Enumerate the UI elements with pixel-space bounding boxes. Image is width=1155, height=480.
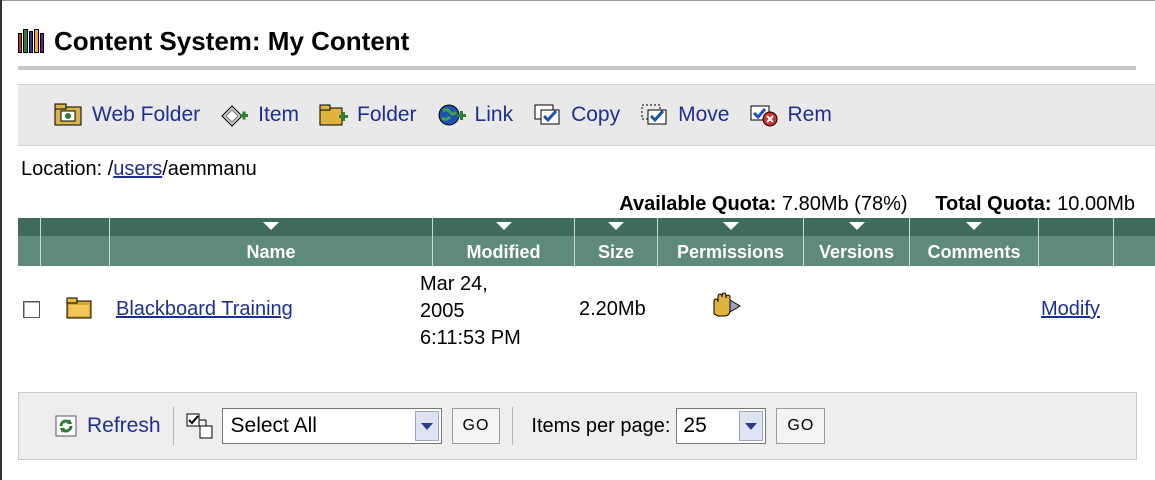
items-per-page-value: 25 [683, 414, 707, 437]
add-link-label: Link [474, 103, 514, 126]
refresh-label: Refresh [87, 414, 161, 437]
bulk-select-dropdown[interactable]: Select All [221, 408, 442, 444]
add-link-icon [438, 104, 466, 126]
copy-button[interactable]: Copy [533, 102, 620, 128]
remove-icon [750, 105, 778, 127]
chevron-down-icon[interactable] [739, 411, 764, 441]
sort-arrow-icon [263, 222, 279, 230]
sort-arrow-icon [848, 222, 865, 230]
modified-header-label: Modified [466, 242, 541, 262]
web-folder-button[interactable]: Web Folder [54, 102, 200, 128]
modified-time-line: 6:11:53 PM [420, 327, 521, 349]
add-folder-icon [319, 104, 349, 126]
add-item-button[interactable]: Item [220, 102, 299, 128]
row-select-checkbox[interactable] [23, 301, 40, 318]
title-divider [18, 66, 1136, 70]
item-name-link[interactable]: Blackboard Training [116, 298, 293, 321]
items-per-page-label: Items per page: [531, 414, 671, 437]
modified-date-line: Mar 24, [420, 273, 488, 295]
select-checkbox-icon [186, 413, 213, 439]
page-header: Content System: My Content [18, 18, 409, 64]
versions-column-header[interactable]: Versions [804, 218, 910, 266]
chevron-down-icon[interactable] [414, 411, 439, 441]
location-prefix: Location: / [21, 158, 114, 180]
items-per-page-go-button[interactable]: GO [776, 408, 826, 444]
add-item-icon [221, 105, 249, 127]
books-icon [18, 29, 45, 53]
name-column-header[interactable]: Name [110, 218, 433, 266]
location-users-link[interactable]: users [113, 158, 162, 180]
icon-column-header [41, 218, 110, 266]
refresh-icon [55, 415, 77, 437]
items-per-page-dropdown[interactable]: 25 [676, 408, 767, 444]
table-header: Name Modified Size Permissions Versions … [18, 218, 1155, 266]
table-row: Blackboard Training Mar 24, 2005 6:11:53… [18, 268, 1155, 360]
add-folder-button[interactable]: Folder [319, 102, 417, 128]
modify-link[interactable]: Modify [1041, 298, 1100, 321]
size-column-header[interactable]: Size [575, 218, 658, 266]
move-button[interactable]: Move [640, 102, 729, 128]
page-title: Content System: My Content [54, 25, 410, 56]
permissions-header-label: Permissions [676, 242, 785, 262]
move-label: Move [678, 103, 730, 126]
location-suffix: /aemmanu [162, 158, 257, 180]
item-size: 2.20Mb [579, 298, 646, 320]
toolbar-separator [512, 407, 514, 445]
sort-arrow-icon [966, 222, 982, 230]
available-quota-value: 7.80Mb (78%) [781, 193, 908, 215]
copy-label: Copy [571, 103, 621, 126]
toolbar-separator [172, 407, 174, 445]
sort-arrow-icon [608, 222, 624, 230]
comments-column-header[interactable]: Comments [910, 218, 1039, 266]
add-link-button[interactable]: Link [437, 102, 514, 128]
add-item-label: Item [258, 103, 300, 126]
frame-left-border [0, 0, 2, 480]
remove-button[interactable]: Rem [749, 102, 832, 128]
sort-arrow-icon [722, 222, 739, 230]
size-header-label: Size [597, 242, 635, 262]
frame-top-border [0, 0, 1155, 1]
move-icon [641, 104, 667, 125]
action-column-header [1039, 218, 1114, 266]
location-path: Location: /users/aemmanu [21, 158, 257, 181]
web-folder-icon [54, 103, 82, 126]
folder-icon [66, 297, 92, 319]
total-quota-label: Total Quota: [935, 193, 1052, 215]
action-toolbar: Web Folder Item Folder Link Copy Move Re… [18, 84, 1155, 146]
bulk-select-value: Select All [230, 414, 317, 437]
refresh-button[interactable]: Refresh [55, 414, 161, 438]
bottom-action-bar: Refresh Select All GO Items per page: 25… [18, 392, 1137, 460]
sort-arrow-icon [495, 222, 512, 230]
name-header-label: Name [246, 242, 296, 262]
add-folder-label: Folder [357, 103, 417, 126]
total-quota-value: 10.00Mb [1057, 193, 1135, 215]
modified-year-line: 2005 [420, 300, 465, 322]
available-quota-label: Available Quota: [619, 193, 777, 215]
comments-header-label: Comments [927, 242, 1021, 262]
permissions-column-header[interactable]: Permissions [658, 218, 804, 266]
versions-header-label: Versions [818, 242, 895, 262]
bulk-go-button[interactable]: GO [451, 408, 501, 444]
quota-info: Available Quota: 7.80Mb (78%) Total Quot… [619, 193, 1135, 216]
permissions-hand-icon[interactable] [708, 292, 742, 318]
web-folder-label: Web Folder [92, 103, 201, 126]
checkbox-column-header [18, 218, 41, 266]
remove-label: Rem [787, 103, 832, 126]
modified-date: Mar 24, 2005 6:11:53 PM [420, 271, 521, 352]
copy-icon [534, 104, 560, 125]
modified-column-header[interactable]: Modified [433, 218, 575, 266]
